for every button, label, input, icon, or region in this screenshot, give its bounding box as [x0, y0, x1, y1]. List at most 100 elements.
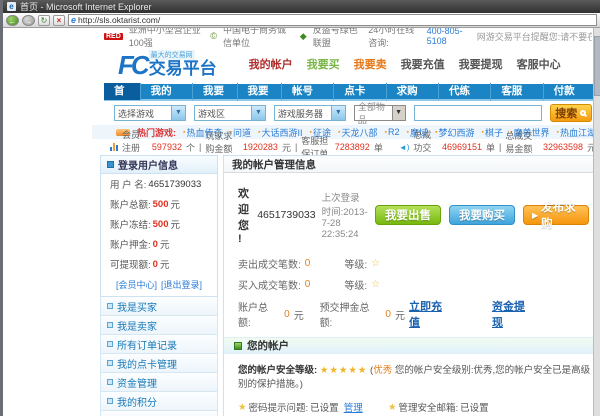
post-wanted-button[interactable]: ▶ 发布求购 — [523, 205, 589, 225]
browser-scrollbar[interactable] — [593, 28, 600, 416]
zone-select[interactable]: 游戏区 ▼ — [194, 105, 266, 121]
cert-antitheft: 反盗号绿色联盟 — [313, 28, 363, 49]
utility-nav-sell[interactable]: 我要卖 — [354, 56, 387, 72]
nav-tab-card-trade[interactable]: 点卡交易 — [334, 83, 386, 100]
hotline-number: 400-805-5108 — [427, 28, 471, 46]
sidebar-item-card-manage[interactable]: 我的点卡管理 — [100, 354, 218, 373]
logo-mark-icon: FC — [118, 52, 147, 78]
utility-nav-service[interactable]: 客服中心 — [517, 56, 561, 72]
account-section-icon — [234, 342, 242, 350]
utility-nav-withdraw[interactable]: 我要提现 — [459, 56, 503, 72]
server-select[interactable]: 游戏服务器 ▼ — [274, 105, 346, 121]
account-panel: 我的帐户管理信息 欢迎您 ! 4651739033 上次登录时间:2013-7-… — [223, 155, 596, 416]
bought-count-row: 买入成交笔数:0 等级:☆ — [224, 274, 595, 295]
withdrawable-row: 可提现额: 0 元 — [101, 254, 217, 274]
balance-summary-row: 账户总额:0元 预交押金总额:0元 立即充值 资金提现 — [224, 295, 595, 333]
user-box-title: 登录用户信息 — [118, 157, 178, 172]
forward-button[interactable]: → — [22, 15, 35, 26]
hot-game-link[interactable]: ▪梦幻西游 — [435, 126, 475, 139]
square-icon — [107, 360, 113, 366]
logo-title: 交易平台 — [149, 60, 217, 78]
login-user-box: 登录用户信息 用 户 名: 4651739033 账户总额: 500 元 账 — [100, 155, 218, 297]
hot-game-link[interactable]: ▪R2 — [385, 127, 400, 137]
member-center-link[interactable]: [会员中心] — [116, 278, 157, 291]
nav-tab-powerleveling[interactable]: 代练服务 — [439, 83, 491, 100]
utility-nav-my-account[interactable]: 我的帐户 — [249, 56, 293, 72]
manage-link[interactable]: 管理 — [344, 400, 363, 414]
frozen-row: 账户冻结: 500 元 — [101, 214, 217, 234]
nav-tab-account-trade[interactable]: 帐号交易 — [282, 83, 334, 100]
site-content: RED 亚洲中小型营企业100强 © 中国电子商务诚信单位 ◆ 反盗号绿色联盟 … — [92, 28, 596, 416]
main-nav: 首页 我的帐户 我要买 我要卖 帐号交易 点卡交易 求购信息 代练服务 客服验证… — [104, 84, 596, 101]
sidebar-item-buyer[interactable]: 我是买家 — [100, 297, 218, 316]
search-row: 选择游戏 ▼ 游戏区 ▼ 游戏服务器 ▼ 全部物品 ▼ 搜索 — [92, 101, 596, 125]
page-favicon-icon: e — [7, 2, 16, 11]
welcome-label: 欢迎您 ! — [238, 185, 251, 245]
red-badge: RED — [104, 33, 123, 40]
chevron-down-icon: ▼ — [171, 106, 185, 120]
game-select[interactable]: 选择游戏 ▼ — [114, 105, 186, 121]
nav-tab-payment[interactable]: 付款方式 — [544, 83, 596, 100]
star-icon: ★ — [388, 402, 397, 413]
nav-tab-home[interactable]: 首页 — [104, 83, 141, 100]
sidebar-item-seller[interactable]: 我是卖家 — [100, 316, 218, 335]
nav-tab-my-account[interactable]: 我的帐户 — [141, 83, 193, 100]
platform-warning: 网游交易平台提醒您:请不要在游戏… — [477, 30, 592, 43]
sidebar-item-funds[interactable]: 资金管理 — [100, 373, 218, 392]
security-stars: ★★★★★ — [320, 365, 368, 376]
sidebar-item-settings[interactable]: 账户设置 — [100, 411, 218, 416]
buy-button[interactable]: 我要购买 — [449, 205, 515, 225]
balance-row: 账户总额: 500 元 — [101, 194, 217, 214]
square-icon — [107, 341, 113, 347]
window-title: 首页 - Microsoft Internet Explorer — [20, 0, 152, 13]
square-icon — [107, 322, 113, 328]
utility-nav-recharge[interactable]: 我要充值 — [401, 56, 445, 72]
chevron-down-icon: ▼ — [251, 106, 265, 120]
certification-strip: RED 亚洲中小型营企业100强 © 中国电子商务诚信单位 ◆ 反盗号绿色联盟 … — [92, 28, 596, 44]
nav-tab-wanted[interactable]: 求购信息 — [387, 83, 439, 100]
ie-icon: e — [71, 15, 76, 25]
last-login: 上次登录时间:2013-7-28 22:35:24 — [322, 190, 369, 240]
panel-title: 我的帐户管理信息 — [224, 156, 595, 173]
cert-ecommerce: 中国电子商务诚信单位 — [223, 28, 294, 49]
recharge-link[interactable]: 立即充值 — [409, 298, 452, 330]
url-input[interactable] — [78, 15, 594, 25]
nav-tab-buy[interactable]: 我要买 — [193, 83, 238, 100]
cert-asia: 亚洲中小型营企业100强 — [129, 28, 205, 49]
site-logo[interactable]: FC 最大的交易网 交易平台 — [118, 50, 217, 78]
security-level-row: 您的帐户安全等级: ★★★★★ (优秀 您的帐户安全级别:优秀,您的帐户安全已是… — [224, 354, 595, 392]
site-header: FC 最大的交易网 交易平台 我的帐户 我要买 我要卖 我要充值 我要提现 客服… — [92, 44, 596, 84]
browser-window: e 首页 - Microsoft Internet Explorer ← → ↻… — [0, 0, 600, 416]
sidebar-item-points[interactable]: 我的积分 — [100, 392, 218, 411]
cert-ecommerce-icon: © — [210, 31, 217, 41]
square-icon — [107, 379, 113, 385]
chevron-down-icon: ▼ — [392, 106, 405, 120]
browser-toolbar: ← → ↻ × e — [3, 13, 600, 28]
welcome-username: 4651739033 — [257, 209, 315, 221]
deposit-row: 账户押金: 0 元 — [101, 234, 217, 254]
security-item-safe-email: ★ 管理安全邮箱: 已设置 — [388, 396, 538, 416]
search-button[interactable]: 搜索 — [550, 104, 592, 122]
withdraw-link[interactable]: 资金提现 — [492, 298, 535, 330]
arrow-icon: ▶ — [532, 211, 538, 220]
hotline-label: 24小时在线咨询: — [368, 28, 420, 49]
nav-tab-sell[interactable]: 我要卖 — [238, 83, 283, 100]
sell-button[interactable]: 我要出售 — [375, 205, 441, 225]
welcome-row: 欢迎您 ! 4651739033 上次登录时间:2013-7-28 22:35:… — [224, 173, 595, 253]
security-item-password-hint: ★ 密码提示问题: 已设置 管理 — [238, 396, 388, 416]
refresh-button[interactable]: ↻ — [38, 15, 50, 26]
back-button[interactable]: ← — [6, 15, 19, 26]
hot-game-link[interactable]: ▪热血江湖 — [557, 126, 597, 139]
hot-game-link[interactable]: ▪大话西游II — [258, 126, 303, 139]
address-bar[interactable]: e — [68, 14, 597, 26]
search-input[interactable] — [414, 105, 542, 121]
scrollbar-thumb[interactable] — [594, 36, 600, 96]
hot-game-link[interactable]: ▪棋子 — [482, 126, 504, 139]
nav-tab-service-verify[interactable]: 客服验证 — [491, 83, 543, 100]
hot-game-link[interactable]: ▪天龙八部 — [338, 126, 378, 139]
sidebar-item-orders[interactable]: 所有订单记录 — [100, 335, 218, 354]
logout-link[interactable]: [退出登录] — [161, 278, 202, 291]
stop-button[interactable]: × — [53, 15, 65, 26]
utility-nav-buy[interactable]: 我要买 — [307, 56, 340, 72]
item-type-select[interactable]: 全部物品 ▼ — [354, 105, 406, 121]
